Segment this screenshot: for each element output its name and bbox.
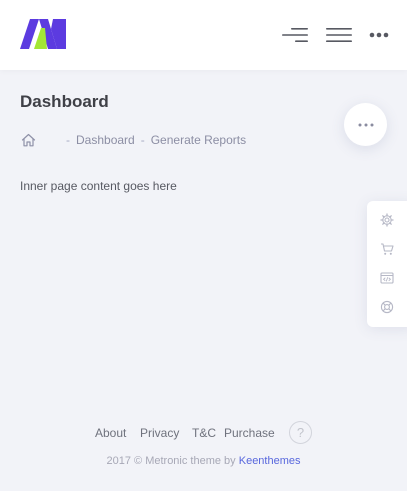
hamburger-left-align-icon: [282, 28, 308, 42]
footer-link-about[interactable]: About: [95, 426, 126, 440]
aside-menu-toggle-button[interactable]: [280, 22, 310, 48]
metronic-logo-icon[interactable]: [20, 19, 66, 49]
cart-icon: [381, 243, 394, 255]
top-header: [0, 0, 407, 70]
sticky-settings-button[interactable]: [379, 212, 395, 228]
gear-icon: [380, 213, 394, 227]
topbar-toggle-button[interactable]: [366, 22, 392, 48]
help-button[interactable]: ?: [289, 421, 312, 444]
hamburger-icon: [326, 28, 352, 42]
sticky-cart-button[interactable]: [379, 241, 395, 257]
lifebuoy-icon: [380, 300, 394, 314]
footer-link-tc[interactable]: T&C: [192, 426, 216, 440]
home-icon: [21, 133, 35, 147]
content-text: Inner page content goes here: [20, 179, 177, 193]
footer-link-privacy[interactable]: Privacy: [140, 426, 179, 440]
breadcrumb: - Dashboard - Generate Reports: [20, 132, 246, 148]
footer-link-purchase[interactable]: Purchase: [224, 426, 275, 440]
copyright: 2017 © Metronic theme by Keenthemes: [0, 455, 407, 467]
footer-nav: About Privacy T&C Purchase: [0, 420, 407, 446]
sticky-support-button[interactable]: [379, 299, 395, 315]
quick-actions-button[interactable]: [344, 103, 387, 146]
sticky-toolbar: [367, 201, 407, 327]
breadcrumb-separator: -: [66, 133, 70, 147]
keenthemes-link[interactable]: Keenthemes: [239, 455, 301, 467]
header-menu-toggle-button[interactable]: [324, 22, 354, 48]
breadcrumb-separator: -: [140, 133, 145, 147]
breadcrumb-home[interactable]: [20, 132, 36, 148]
more-horizontal-icon: [358, 123, 373, 126]
sticky-code-button[interactable]: [379, 270, 395, 286]
page-title: Dashboard: [20, 92, 109, 111]
breadcrumb-item-dashboard[interactable]: Dashboard: [76, 133, 135, 147]
more-horizontal-icon: [369, 32, 389, 38]
copyright-text: 2017 © Metronic theme by: [106, 455, 236, 467]
code-window-icon: [380, 272, 394, 284]
breadcrumb-item-generate-reports[interactable]: Generate Reports: [151, 133, 246, 147]
